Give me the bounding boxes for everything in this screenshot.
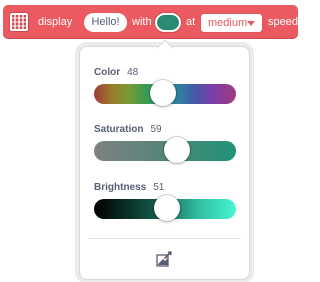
chevron-down-icon <box>247 21 255 26</box>
color-label: Color 48 <box>94 67 139 78</box>
color-slider[interactable] <box>94 80 236 106</box>
eyedropper-icon[interactable] <box>156 249 174 267</box>
speed-dropdown[interactable]: medium <box>200 13 263 33</box>
color-picker-popup: Color 48 Saturation 59 Brightness 51 <box>79 46 250 280</box>
block-text-display: display <box>38 16 73 28</box>
divider <box>88 238 241 239</box>
message-input[interactable]: Hello! <box>84 13 127 32</box>
block-text-speed: speed <box>268 16 298 28</box>
brightness-value: 51 <box>153 182 165 193</box>
saturation-slider-handle[interactable] <box>164 137 190 163</box>
display-text-block[interactable]: display Hello! with at medium speed <box>3 5 298 39</box>
block-text-at: at <box>186 16 196 28</box>
saturation-label: Saturation 59 <box>94 124 162 135</box>
block-text-with: with <box>132 16 152 28</box>
led-matrix-icon <box>9 12 29 32</box>
color-value: 48 <box>127 67 139 78</box>
brightness-label: Brightness 51 <box>94 182 165 193</box>
speed-dropdown-value: medium <box>208 17 248 29</box>
color-slider-handle[interactable] <box>150 80 176 106</box>
saturation-slider[interactable] <box>94 137 236 163</box>
saturation-value: 59 <box>150 124 162 135</box>
brightness-slider[interactable] <box>94 195 236 221</box>
color-input[interactable] <box>155 13 181 32</box>
brightness-slider-handle[interactable] <box>154 195 180 221</box>
